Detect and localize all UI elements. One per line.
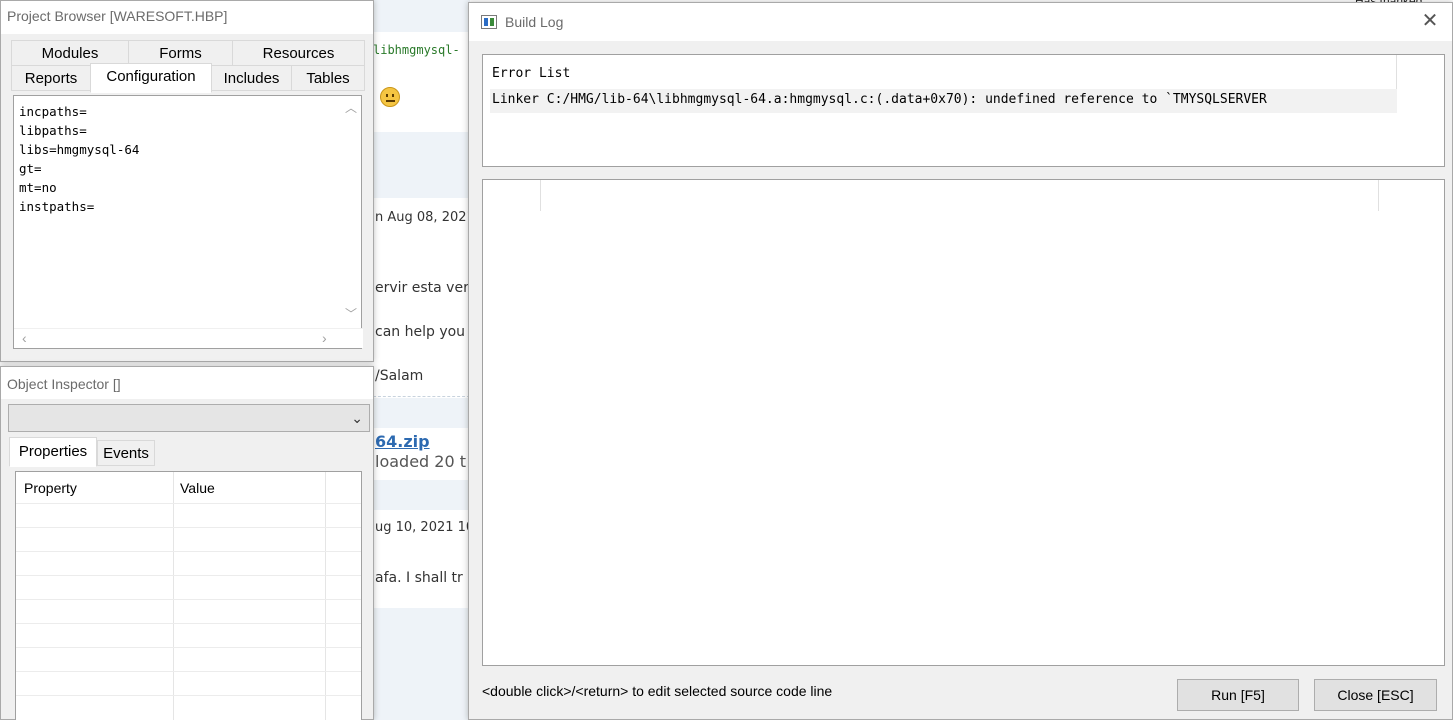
table-row[interactable] (16, 551, 361, 575)
table-row[interactable] (16, 647, 361, 671)
property-grid[interactable]: Property Value (15, 471, 362, 720)
build-log-title-bar: Build Log ✕ (469, 3, 1452, 41)
close-button[interactable]: Close [ESC] (1314, 679, 1437, 711)
scroll-up-icon[interactable]: ︿ (345, 102, 357, 114)
table-row[interactable] (16, 599, 361, 623)
error-list-header: Error List (492, 66, 571, 81)
table-row[interactable] (16, 695, 361, 719)
post-date: ug 10, 2021 10 (375, 520, 470, 535)
horizontal-scrollbar[interactable]: ‹ › (14, 328, 363, 348)
build-log-app-icon (481, 15, 497, 29)
vertical-scrollbar[interactable]: ︿ ﹀ (339, 96, 361, 328)
configuration-text[interactable]: incpaths= libpaths= libs=hmgmysql-64 gt=… (19, 102, 139, 216)
tab-includes[interactable]: Includes (211, 65, 292, 91)
tab-configuration[interactable]: Configuration (90, 63, 212, 93)
build-log-title: Build Log (505, 14, 564, 30)
scroll-right-icon[interactable]: › (322, 331, 327, 345)
scroll-left-icon[interactable]: ‹ (22, 331, 27, 345)
post-text-line: afa. I shall tr (375, 570, 463, 586)
table-row[interactable] (16, 671, 361, 695)
scroll-down-icon[interactable]: ﹀ (345, 308, 357, 320)
tab-resources[interactable]: Resources (232, 40, 365, 66)
edit-hint-text: <double click>/<return> to edit selected… (482, 683, 833, 699)
project-browser-window: Project Browser [WARESOFT.HBP] Modules F… (0, 0, 374, 362)
forum-post-column: libhmgmysql- n Aug 08, 2021 ervir esta v… (373, 0, 470, 720)
tab-events[interactable]: Events (97, 440, 155, 466)
column-header-value: Value (180, 480, 215, 496)
table-row[interactable] (16, 503, 361, 527)
tab-reports[interactable]: Reports (11, 65, 91, 91)
close-icon[interactable]: ✕ (1418, 9, 1442, 33)
run-button[interactable]: Run [F5] (1177, 679, 1299, 711)
configuration-editor[interactable]: incpaths= libpaths= libs=hmgmysql-64 gt=… (13, 95, 363, 349)
error-list-panel[interactable]: Error List Linker C:/HMG/lib-64\libhmgmy… (482, 54, 1445, 167)
column-header-property: Property (24, 480, 77, 496)
error-row[interactable]: Linker C:/HMG/lib-64\libhmgmysql-64.a:hm… (490, 89, 1397, 113)
post-date: n Aug 08, 2021 (375, 210, 470, 225)
build-log-window: Build Log ✕ Error List Linker C:/HMG/lib… (468, 2, 1453, 720)
tab-properties[interactable]: Properties (9, 437, 97, 467)
object-inspector-window: Object Inspector [] ⌄ Properties Events … (0, 366, 374, 720)
source-code-panel[interactable] (482, 179, 1445, 666)
project-browser-title: Project Browser [WARESOFT.HBP] (1, 1, 373, 34)
code-snippet: libhmgmysql- (373, 43, 460, 57)
attachment-link[interactable]: 64.zip (375, 432, 430, 451)
tab-tables[interactable]: Tables (291, 65, 365, 91)
chevron-down-icon: ⌄ (351, 410, 363, 426)
object-inspector-title: Object Inspector [] (1, 367, 373, 399)
table-row[interactable] (16, 575, 361, 599)
smiley-emoji-icon (380, 87, 400, 107)
post-text-line: can help you (375, 324, 466, 340)
table-row[interactable] (16, 527, 361, 551)
error-message: Linker C:/HMG/lib-64\libhmgmysql-64.a:hm… (492, 92, 1267, 107)
table-row[interactable] (16, 623, 361, 647)
project-browser-tabs: Modules Forms Resources Reports Configur… (11, 40, 365, 93)
post-text-line: /Salam (375, 368, 424, 384)
download-count: loaded 20 t (375, 452, 466, 471)
post-text-line: ervir esta ver (375, 280, 469, 296)
object-selector-dropdown[interactable]: ⌄ (8, 404, 370, 432)
